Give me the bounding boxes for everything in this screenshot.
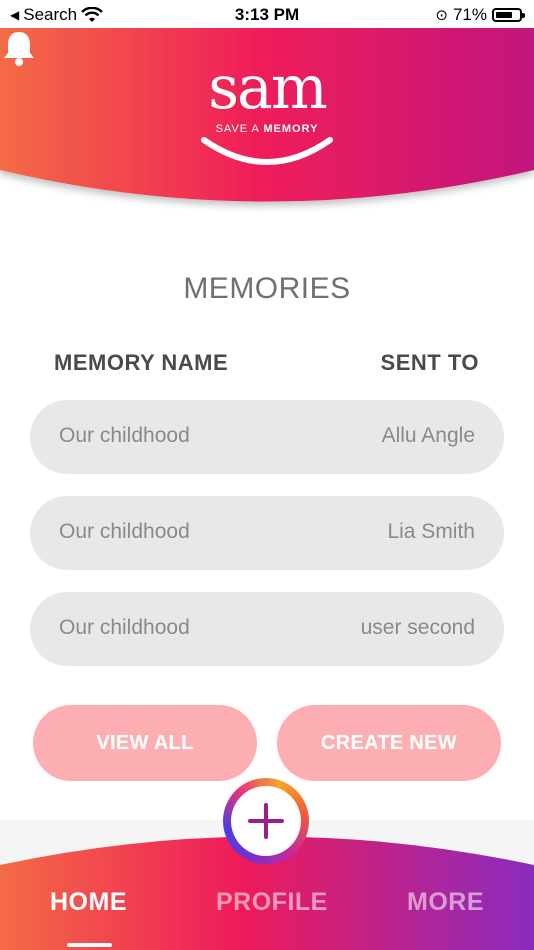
memory-row[interactable]: Our childhood Allu Angle <box>30 400 504 474</box>
header: sam SAVE A MEMORY <box>0 28 534 218</box>
page-title: MEMORIES <box>183 272 351 305</box>
tagline-bold: MEMORY <box>263 123 319 135</box>
nav-more[interactable]: MORE <box>407 888 484 917</box>
tagline-light: SAVE A <box>215 123 264 135</box>
fab-inner <box>231 786 301 856</box>
memory-list: Our childhood Allu Angle Our childhood L… <box>30 400 504 688</box>
create-new-button[interactable]: CREATE NEW <box>277 705 501 781</box>
nav-profile[interactable]: PROFILE <box>216 888 328 917</box>
memory-row[interactable]: Our childhood Lia Smith <box>30 496 504 570</box>
active-tab-indicator <box>67 943 112 947</box>
nav-home[interactable]: HOME <box>50 888 127 917</box>
plus-icon <box>248 803 284 839</box>
column-header-memory-name: MEMORY NAME <box>54 350 229 375</box>
memory-name: Our childhood <box>59 424 190 447</box>
orientation-lock-icon: ⊙ <box>435 7 448 24</box>
logo-smile-icon <box>201 137 333 165</box>
logo-tagline: SAVE A MEMORY <box>0 123 534 135</box>
memory-recipient: Allu Angle <box>381 424 475 447</box>
battery-fill <box>496 12 512 18</box>
logo: sam <box>208 53 327 123</box>
view-all-button[interactable]: VIEW ALL <box>33 705 257 781</box>
battery-icon <box>492 8 525 22</box>
bell-icon[interactable] <box>0 28 38 68</box>
memory-recipient: Lia Smith <box>387 520 475 543</box>
memory-name: Our childhood <box>59 520 190 543</box>
column-header-sent-to: SENT TO <box>380 350 479 375</box>
add-memory-button[interactable] <box>223 778 309 864</box>
memory-recipient: user second <box>360 616 475 639</box>
memory-name: Our childhood <box>59 616 190 639</box>
memory-row[interactable]: Our childhood user second <box>30 592 504 666</box>
battery-percent: 71% <box>452 5 487 24</box>
status-right: ⊙ 71% <box>435 5 525 25</box>
status-bar: ◀ Search 3:13 PM ⊙ 71% <box>0 0 534 30</box>
